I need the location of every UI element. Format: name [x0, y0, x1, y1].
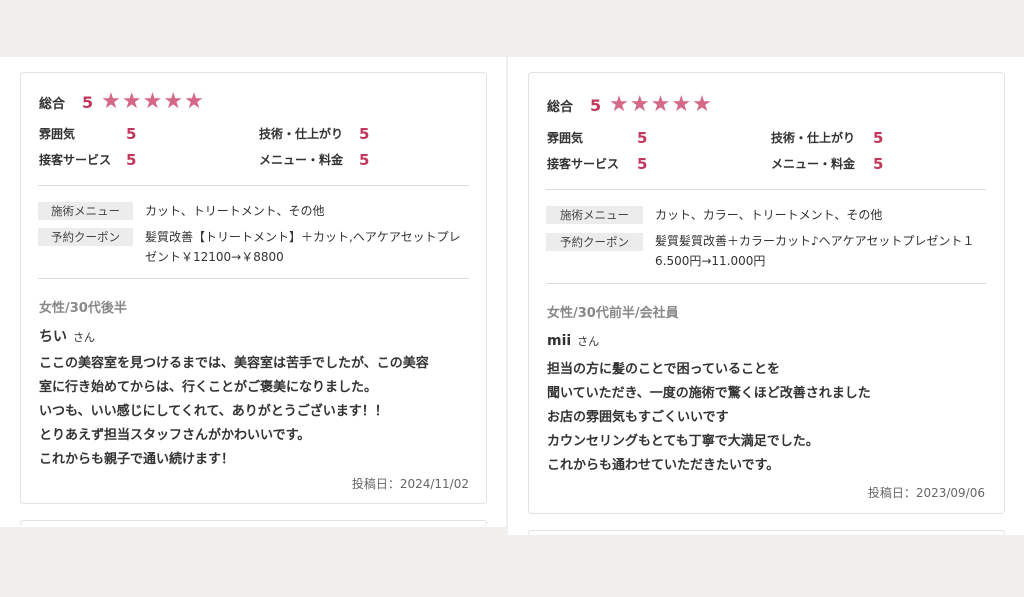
rating-menu-price: メニュー・料金 5: [771, 155, 883, 173]
coupon-line: 6.500円→11.000円: [655, 254, 766, 268]
menu-tag: 施術メニュー: [546, 206, 643, 224]
rating-value: 5: [126, 124, 137, 143]
coupon-tag: 予約クーポン: [38, 228, 133, 246]
rating-label: メニュー・料金: [259, 153, 344, 167]
reviewer-name: ちい さん: [39, 326, 95, 346]
coupon-value: 髪質髪質改善＋カラーカット♪ヘアケアセットプレゼント１ 6.500円→11.00…: [655, 231, 974, 271]
coupon-value: 髪質改善【トリートメント】＋カット,ヘアケアセットプレ ゼント￥12100→￥8…: [145, 227, 461, 267]
divider: [546, 283, 986, 284]
rating-label: 接客サービス: [39, 153, 112, 167]
rating-label: メニュー・料金: [771, 157, 856, 171]
star-icon: ★: [142, 89, 163, 114]
star-rating: ★ ★ ★ ★ ★: [609, 94, 713, 116]
review-line: カウンセリングもとても丁寧で大満足でした。: [547, 434, 819, 449]
rating-label: 雰囲気: [39, 127, 76, 141]
star-rating: ★ ★ ★ ★ ★: [101, 91, 205, 113]
overall-score: 5: [82, 92, 94, 112]
star-icon: ★: [671, 92, 692, 117]
rating-atmosphere: 雰囲気 5: [547, 129, 647, 147]
review-body: 担当の方に髪のことで困っていることを 聞いていただき、一度の施術で驚くほど改善さ…: [547, 358, 871, 478]
reviewer-demographic: 女性/30代前半/会社員: [547, 306, 679, 321]
reviewer-name-text: mii: [547, 333, 572, 349]
menu-tag: 施術メニュー: [38, 202, 133, 220]
overall-rating: 総合 5 ★ ★ ★ ★ ★: [39, 91, 205, 113]
rating-service: 接客サービス 5: [39, 151, 136, 169]
rating-label: 接客サービス: [547, 157, 620, 171]
review-line: これからも通わせていただきたいです。: [547, 458, 780, 473]
review-line: ここの美容室を見つけるまでは、美容室は苦手でしたが、この美容: [39, 356, 429, 371]
star-icon: ★: [609, 92, 629, 117]
star-icon: ★: [650, 92, 671, 117]
review-line: とりあえず担当スタッフさんがかわいいです。: [39, 428, 311, 443]
star-icon: ★: [163, 89, 184, 114]
review-line: お店の雰囲気もすごくいいです: [547, 410, 729, 425]
overall-label: 総合: [547, 99, 574, 115]
coupon-line: ゼント￥12100→￥8800: [145, 250, 284, 264]
reviewer-name-text: ちい: [39, 329, 67, 345]
star-icon: ★: [184, 89, 204, 114]
rating-value: 5: [873, 128, 884, 147]
reviewer-demographic: 女性/30代後半: [39, 301, 127, 316]
divider: [546, 189, 986, 190]
rating-value: 5: [359, 124, 370, 143]
review-body: ここの美容室を見つけるまでは、美容室は苦手でしたが、この美容 室に行き始めてから…: [39, 352, 429, 472]
rating-label: 雰囲気: [547, 131, 584, 145]
review-line: これからも親子で通い続けます！: [39, 452, 235, 467]
divider: [38, 278, 469, 279]
review-card: 総合 5 ★ ★ ★ ★ ★ 雰囲気 5 技術・仕上がり 5 接客サービス 5 …: [528, 72, 1005, 514]
review-card: 総合 5 ★ ★ ★ ★ ★ 雰囲気 5 技術・仕上がり 5 接客サービス 5 …: [20, 72, 487, 504]
menu-value: カット、カラー、トリートメント、その他: [655, 208, 883, 222]
rating-value: 5: [359, 150, 370, 169]
divider: [38, 185, 469, 186]
rating-value: 5: [873, 154, 884, 173]
star-icon: ★: [101, 89, 121, 114]
rating-value: 5: [637, 154, 648, 173]
rating-value: 5: [126, 150, 137, 169]
rating-menu-price: メニュー・料金 5: [259, 151, 369, 169]
review-line: 担当の方に髪のことで困っていることを: [547, 362, 780, 377]
overall-label: 総合: [39, 96, 66, 112]
review-line: 聞いていただき、一度の施術で驚くほど改善されました: [547, 386, 871, 401]
menu-value: カット、トリートメント、その他: [145, 204, 325, 218]
rating-service: 接客サービス 5: [547, 155, 647, 173]
review-line: 室に行き始めてからは、行くことがご褒美になりました。: [39, 380, 378, 395]
rating-atmosphere: 雰囲気 5: [39, 125, 136, 143]
coupon-line: 髪質髪質改善＋カラーカット♪ヘアケアセットプレゼント１: [655, 234, 975, 248]
next-review-card-edge: [528, 530, 1005, 535]
posted-date: 投稿日：2024/11/02: [351, 477, 469, 491]
rating-technique: 技術・仕上がり 5: [259, 125, 369, 143]
star-icon: ★: [692, 92, 712, 117]
overall-score: 5: [590, 95, 602, 115]
rating-technique: 技術・仕上がり 5: [771, 129, 883, 147]
next-review-card-edge: [20, 520, 487, 526]
coupon-tag: 予約クーポン: [546, 233, 643, 251]
honorific: さん: [73, 331, 95, 344]
coupon-line: 髪質改善【トリートメント】＋カット,ヘアケアセットプレ: [145, 230, 461, 244]
overall-rating: 総合 5 ★ ★ ★ ★ ★: [547, 94, 713, 116]
review-line: いつも、いい感じにしてくれて、ありがとうございます！！: [39, 404, 388, 419]
star-icon: ★: [629, 92, 650, 117]
rating-label: 技術・仕上がり: [771, 131, 856, 145]
rating-label: 技術・仕上がり: [259, 127, 344, 141]
posted-date: 投稿日：2023/09/06: [867, 486, 985, 500]
honorific: さん: [577, 335, 600, 348]
star-icon: ★: [121, 89, 142, 114]
rating-value: 5: [637, 128, 648, 147]
reviewer-name: mii さん: [547, 333, 599, 349]
